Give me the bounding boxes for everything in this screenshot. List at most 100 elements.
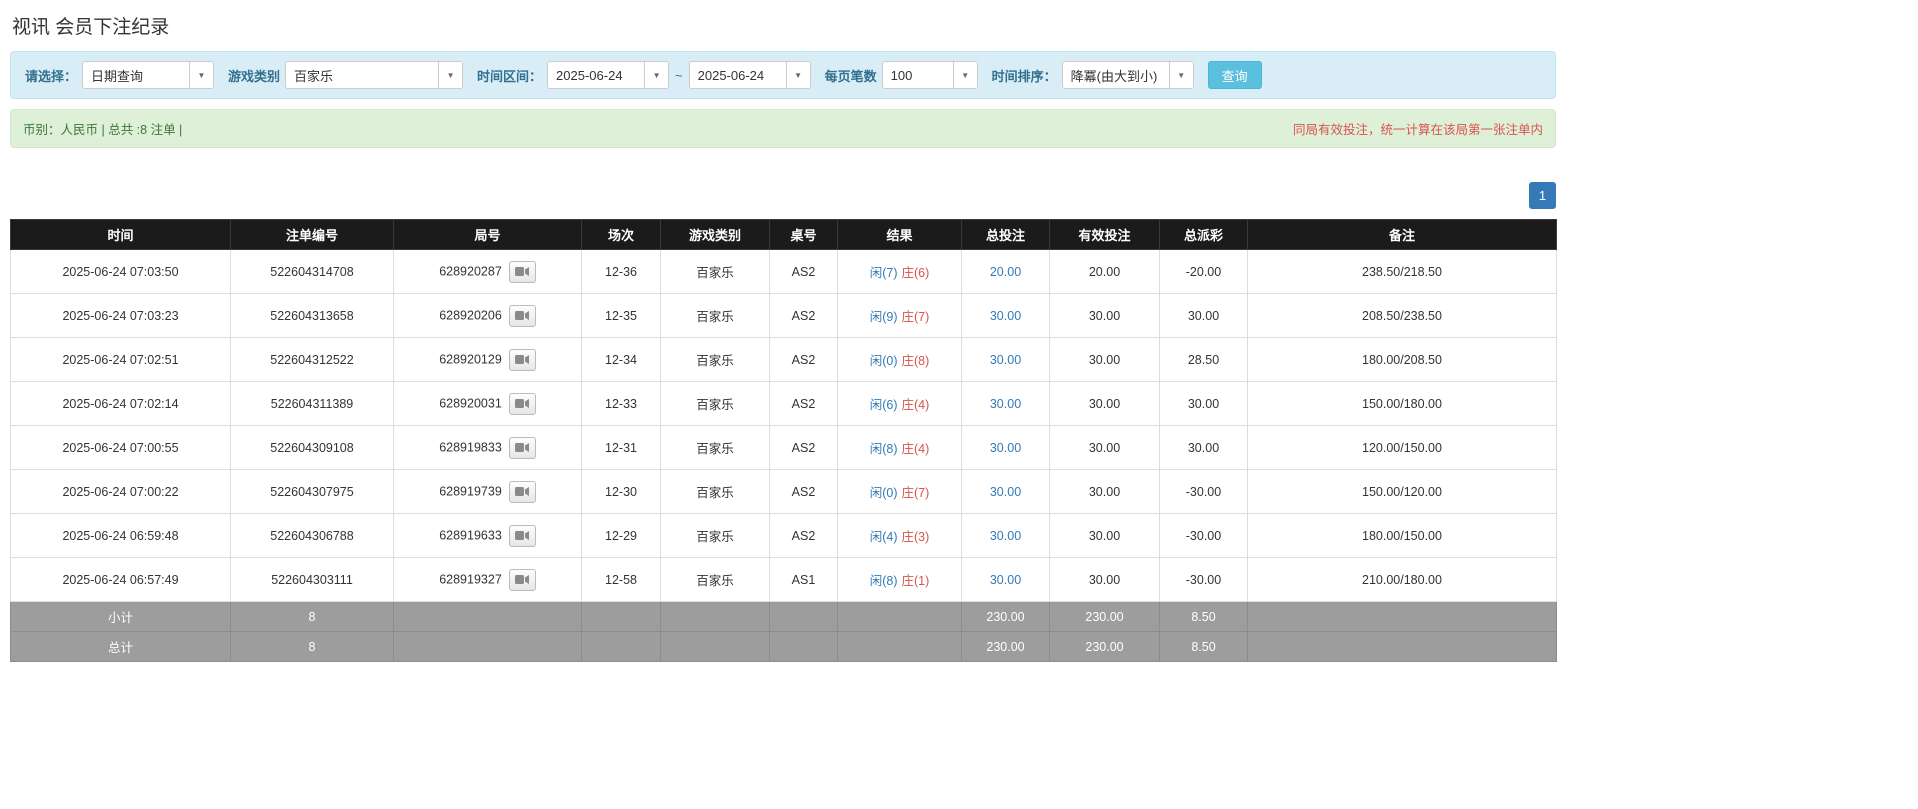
video-replay-button[interactable] (508, 348, 536, 371)
time-cell: 2025-06-24 06:59:48 (10, 513, 231, 558)
round-id-cell: 628920206 (393, 293, 582, 338)
page-size-select[interactable]: 100 ▼ (881, 61, 978, 89)
result-banker: 庄(4) (901, 398, 930, 412)
note-cell: 180.00/150.00 (1247, 513, 1557, 558)
total-bet-cell: 30.00 (961, 293, 1050, 338)
query-type-label: 请选择： (25, 68, 78, 84)
note-cell: 120.00/150.00 (1247, 425, 1557, 470)
video-replay-button[interactable] (508, 436, 536, 459)
video-replay-button[interactable] (508, 304, 536, 327)
valid-bet-cell: 30.00 (1049, 557, 1160, 602)
total-bet-link[interactable]: 30.00 (990, 309, 1021, 323)
table-row: 2025-06-24 07:03:23 522604313658 6289202… (10, 293, 1557, 338)
page-size-value: 100 (890, 67, 913, 83)
round-id-text: 628919633 (439, 527, 502, 542)
video-icon (515, 487, 530, 496)
chevron-down-icon[interactable]: ▼ (785, 62, 810, 88)
valid-bet-cell: 30.00 (1049, 293, 1160, 338)
header-game-type: 游戏类别 (660, 219, 770, 250)
total-bet-link[interactable]: 30.00 (990, 353, 1021, 367)
subtotal-row: 小计 8 230.00 230.00 8.50 (10, 601, 1557, 632)
page-button-1[interactable]: 1 (1529, 182, 1556, 209)
table-header: 时间 注单编号 局号 场次 游戏类别 桌号 结果 总投注 有效投注 总派彩 备注 (10, 219, 1557, 250)
header-session: 场次 (581, 219, 661, 250)
round-id-text: 628920031 (439, 395, 502, 410)
table-row: 2025-06-24 07:02:51 522604312522 6289201… (10, 337, 1557, 382)
payout-cell: 30.00 (1159, 293, 1248, 338)
date-range-separator: ~ (675, 67, 683, 83)
chevron-down-icon[interactable]: ▼ (1168, 62, 1193, 88)
result-banker: 庄(3) (901, 530, 930, 544)
result-player: 闲(8) (869, 574, 898, 588)
round-id-text: 628920129 (439, 351, 502, 366)
time-cell: 2025-06-24 07:02:14 (10, 381, 231, 426)
video-replay-button[interactable] (508, 524, 536, 547)
page-size-label: 每页笔数 (824, 68, 877, 84)
result-cell: 闲(7) 庄(6) (837, 249, 962, 294)
total-bet-link[interactable]: 30.00 (990, 573, 1021, 587)
bet-id-cell: 522604306788 (230, 513, 394, 558)
session-cell: 12-29 (581, 513, 661, 558)
filter-bar: 请选择： 日期查询 ▼ 游戏类别 百家乐 ▼ 时间区间： 2025-06-24 … (10, 51, 1556, 99)
result-player: 闲(7) (869, 266, 898, 280)
chevron-down-icon[interactable]: ▼ (952, 62, 977, 88)
result-cell: 闲(9) 庄(7) (837, 293, 962, 338)
sort-select[interactable]: 降冪(由大到小) ▼ (1061, 61, 1194, 89)
video-replay-button[interactable] (508, 568, 536, 591)
round-id-text: 628920206 (439, 307, 502, 322)
total-bet-link[interactable]: 30.00 (990, 397, 1021, 411)
table-no-cell: AS2 (769, 469, 838, 514)
note-cell: 238.50/218.50 (1247, 249, 1557, 294)
video-icon (515, 267, 530, 276)
result-banker: 庄(6) (901, 266, 930, 280)
table-no-cell: AS2 (769, 513, 838, 558)
total-bet-link[interactable]: 30.00 (990, 529, 1021, 543)
session-cell: 12-58 (581, 557, 661, 602)
video-replay-button[interactable] (508, 480, 536, 503)
table-no-cell: AS2 (769, 337, 838, 382)
game-type-cell: 百家乐 (660, 425, 770, 470)
valid-bet-cell: 20.00 (1049, 249, 1160, 294)
table-no-cell: AS1 (769, 557, 838, 602)
time-cell: 2025-06-24 07:00:22 (10, 469, 231, 514)
query-type-value: 日期查询 (91, 68, 144, 84)
session-cell: 12-34 (581, 337, 661, 382)
bet-id-cell: 522604303111 (230, 557, 394, 602)
search-button[interactable]: 查询 (1207, 61, 1262, 89)
result-banker: 庄(7) (901, 486, 930, 500)
table-no-cell: AS2 (769, 293, 838, 338)
date-to-select[interactable]: 2025-06-24 ▼ (688, 61, 811, 89)
chevron-down-icon[interactable]: ▼ (438, 62, 463, 88)
video-icon (515, 531, 530, 540)
date-from-select[interactable]: 2025-06-24 ▼ (547, 61, 670, 89)
time-cell: 2025-06-24 07:03:23 (10, 293, 231, 338)
total-bet-link[interactable]: 30.00 (990, 441, 1021, 455)
total-bet-cell: 30.00 (961, 557, 1050, 602)
video-replay-button[interactable] (508, 392, 536, 415)
chevron-down-icon[interactable]: ▼ (189, 62, 214, 88)
table-row: 2025-06-24 07:02:14 522604311389 6289200… (10, 381, 1557, 426)
table-no-cell: AS2 (769, 381, 838, 426)
sort-label: 时间排序： (991, 68, 1057, 84)
table-row: 2025-06-24 06:59:48 522604306788 6289196… (10, 513, 1557, 558)
subtotal-payout: 8.50 (1159, 601, 1248, 632)
round-id-cell: 628919327 (393, 557, 582, 602)
query-type-select[interactable]: 日期查询 ▼ (82, 61, 215, 89)
header-round-id: 局号 (393, 219, 582, 250)
result-player: 闲(0) (869, 354, 898, 368)
chevron-down-icon[interactable]: ▼ (644, 62, 669, 88)
video-icon (515, 443, 530, 452)
payout-cell: 30.00 (1159, 381, 1248, 426)
video-replay-button[interactable] (508, 260, 536, 283)
result-player: 闲(9) (869, 310, 898, 324)
bet-id-cell: 522604309108 (230, 425, 394, 470)
game-type-select[interactable]: 百家乐 ▼ (285, 61, 464, 89)
time-cell: 2025-06-24 07:02:51 (10, 337, 231, 382)
table-no-cell: AS2 (769, 249, 838, 294)
video-icon (515, 575, 530, 584)
total-bet-link[interactable]: 30.00 (990, 485, 1021, 499)
game-type-value: 百家乐 (294, 68, 334, 84)
total-bet-link[interactable]: 20.00 (990, 265, 1021, 279)
round-id-cell: 628920031 (393, 381, 582, 426)
video-icon (515, 399, 530, 408)
